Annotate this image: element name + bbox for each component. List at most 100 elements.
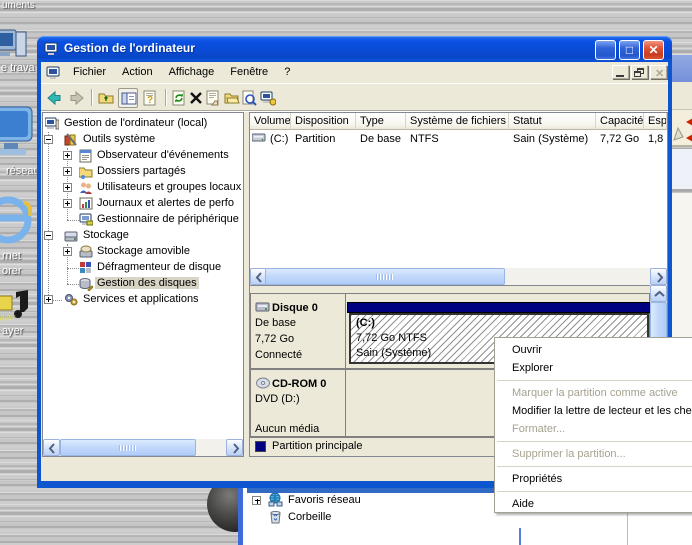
context-menu-item-marquer-la-partition-comme-active: Marquer la partition comme active bbox=[495, 384, 692, 402]
volume-cell-statut[interactable]: Sain (Système) bbox=[509, 132, 596, 147]
toolbar: ? bbox=[41, 85, 668, 111]
volume-cell-type[interactable]: De base bbox=[356, 132, 406, 147]
disk0-info-panel[interactable]: Disque 0 De base 7,72 Go Connecté bbox=[251, 294, 346, 368]
menu-bar: FichierActionAffichageFenêtre? ✕ bbox=[41, 62, 668, 84]
volume-cell-fs[interactable]: NTFS bbox=[406, 132, 509, 147]
volume-cell-volume[interactable]: (C:) bbox=[250, 132, 291, 147]
column-header-statut[interactable]: Statut bbox=[509, 113, 596, 130]
volume-cell-esp[interactable]: 1,8 bbox=[644, 132, 667, 147]
scroll-right-button[interactable] bbox=[226, 439, 243, 456]
internet-explorer-label-line1[interactable]: rnet bbox=[2, 250, 21, 262]
scroll-left-button[interactable] bbox=[43, 439, 60, 456]
shared-folders-icon bbox=[79, 165, 93, 179]
up-one-level-button[interactable] bbox=[96, 88, 116, 108]
scroll-up-button[interactable] bbox=[650, 285, 667, 302]
tree-item-gestionnaire-de-p-riph-rique[interactable]: Gestionnaire de périphérique bbox=[43, 212, 243, 228]
context-menu-item-modifier-la-lettre-de-lecteur-et-les-chen[interactable]: Modifier la lettre de lecteur et les che… bbox=[495, 402, 692, 420]
column-header-fs[interactable]: Système de fichiers bbox=[406, 113, 509, 130]
cdrom-info-panel[interactable]: CD-ROM 0 DVD (D:) Aucun média bbox=[251, 370, 346, 436]
context-menu-item-aide[interactable]: Aide bbox=[495, 495, 692, 513]
expand-toggle[interactable] bbox=[63, 167, 72, 176]
poste-de-travail-label[interactable]: e trava bbox=[1, 62, 35, 74]
context-menu-item-ouvrir[interactable]: Ouvrir bbox=[495, 341, 692, 359]
volume-cell-capacite[interactable]: 7,72 Go bbox=[596, 132, 644, 147]
svg-text:?: ? bbox=[147, 95, 153, 106]
tree-item-outils-syst-me[interactable]: Outils système bbox=[43, 132, 243, 148]
context-menu-item-explorer[interactable]: Explorer bbox=[495, 359, 692, 377]
tree-item-label: Défragmenteur de disque bbox=[95, 261, 223, 273]
expand-toggle[interactable] bbox=[63, 183, 72, 192]
removable-storage-icon bbox=[79, 245, 93, 259]
expand-toggle[interactable] bbox=[44, 231, 53, 240]
tree-item-dossiers-partag-s[interactable]: Dossiers partagés bbox=[43, 164, 243, 180]
event-viewer-icon bbox=[79, 149, 93, 163]
menu-?[interactable]: ? bbox=[276, 62, 298, 84]
tree-item-stockage-amovible[interactable]: Stockage amovible bbox=[43, 244, 243, 260]
tree-item-utilisateurs-et-groupes-locaux[interactable]: Utilisateurs et groupes locaux bbox=[43, 180, 243, 196]
scroll-right-button[interactable] bbox=[650, 268, 667, 285]
column-header-volume[interactable]: Volume bbox=[250, 113, 291, 130]
expand-toggle[interactable] bbox=[63, 151, 72, 160]
tree-item-journaux-et-alertes-de-perfo[interactable]: Journaux et alertes de perfo bbox=[43, 196, 243, 212]
mdi-close-button[interactable]: ✕ bbox=[650, 65, 667, 79]
properties-button[interactable] bbox=[203, 88, 223, 108]
mdi-minimize-button[interactable] bbox=[612, 65, 629, 79]
users-icon bbox=[79, 181, 93, 195]
expand-toggle[interactable] bbox=[44, 135, 53, 144]
menu-action[interactable]: Action bbox=[114, 62, 161, 84]
mdi-restore-button[interactable] bbox=[631, 65, 648, 79]
favoris-reseau-desktop-label[interactable]: réseau bbox=[6, 165, 40, 177]
partition-context-menu: OuvrirExplorer Marquer la partition comme… bbox=[494, 337, 692, 513]
menu-fentre[interactable]: Fenêtre bbox=[222, 62, 276, 84]
maximize-button[interactable]: □ bbox=[619, 40, 640, 60]
expand-toggle[interactable] bbox=[63, 199, 72, 208]
menu-fichier[interactable]: Fichier bbox=[65, 62, 114, 84]
tree-item-gestion-de-l-ordinateur-local-[interactable]: Gestion de l'ordinateur (local) bbox=[43, 116, 243, 132]
computer-button[interactable] bbox=[258, 88, 278, 108]
services-icon bbox=[64, 293, 78, 307]
performance-icon bbox=[79, 197, 93, 211]
tree-item-observateur-d-v-nements[interactable]: Observateur d'événements bbox=[43, 148, 243, 164]
show-hide-tree-button[interactable] bbox=[118, 88, 138, 108]
tree-item-label: Gestion des disques bbox=[95, 277, 199, 289]
cdrom-name: CD-ROM 0 bbox=[272, 377, 326, 390]
tree-horizontal-scrollbar[interactable] bbox=[43, 439, 243, 456]
favoris-reseau-desktop-icon[interactable] bbox=[0, 103, 34, 161]
scroll-thumb[interactable] bbox=[60, 439, 196, 456]
volume-cell-disposition[interactable]: Partition bbox=[291, 132, 356, 147]
column-header-disposition[interactable]: Disposition bbox=[291, 113, 356, 130]
help-button[interactable]: ? bbox=[140, 88, 160, 108]
context-menu-item-supprimer-la-partition: Supprimer la partition... bbox=[495, 445, 692, 463]
expand-toggle[interactable] bbox=[252, 496, 261, 505]
tree-item-gestion-des-disques[interactable]: Gestion des disques bbox=[43, 276, 243, 292]
forward-button[interactable] bbox=[67, 88, 87, 108]
media-player-label[interactable]: ayer bbox=[2, 325, 23, 337]
media-player-icon[interactable]: layer bbox=[0, 288, 30, 324]
menu-affichage[interactable]: Affichage bbox=[161, 62, 223, 84]
tree-item-d-fragmenteur-de-disque[interactable]: Défragmenteur de disque bbox=[43, 260, 243, 276]
poste-de-travail-icon[interactable] bbox=[0, 28, 30, 62]
column-header-type[interactable]: Type bbox=[356, 113, 406, 130]
find-button[interactable] bbox=[239, 88, 259, 108]
context-menu-item-propri-t-s[interactable]: Propriétés bbox=[495, 470, 692, 488]
mdi-window-icon[interactable] bbox=[46, 65, 62, 81]
minimize-button[interactable]: _ bbox=[595, 40, 616, 60]
expand-toggle[interactable] bbox=[63, 247, 72, 256]
column-header-esp[interactable]: Esp bbox=[644, 113, 667, 130]
tree-item-stockage[interactable]: Stockage bbox=[43, 228, 243, 244]
window-title: Gestion de l'ordinateur bbox=[64, 41, 195, 55]
title-bar[interactable]: Gestion de l'ordinateur _ □ ✕ bbox=[37, 36, 672, 62]
tree-item-label: Utilisateurs et groupes locaux bbox=[95, 181, 243, 193]
back-button[interactable] bbox=[44, 88, 64, 108]
defrag-icon bbox=[79, 261, 93, 275]
list-horizontal-scrollbar[interactable] bbox=[250, 268, 667, 285]
internet-explorer-label-line2[interactable]: orer bbox=[2, 265, 22, 277]
expand-toggle[interactable] bbox=[44, 295, 53, 304]
internet-explorer-icon[interactable] bbox=[0, 192, 32, 248]
tree-item-services-et-applications[interactable]: Services et applications bbox=[43, 292, 243, 308]
explorer-item-label: Favoris réseau bbox=[288, 494, 361, 506]
legend-label: Partition principale bbox=[272, 440, 363, 452]
column-header-capacite[interactable]: Capacité bbox=[596, 113, 644, 130]
scroll-thumb[interactable] bbox=[265, 268, 505, 285]
close-button[interactable]: ✕ bbox=[643, 40, 664, 60]
